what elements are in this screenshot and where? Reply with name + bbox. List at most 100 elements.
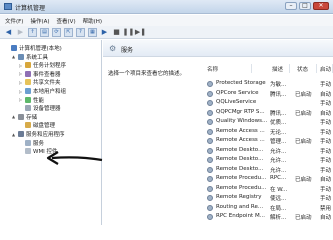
service-startup: 自动 xyxy=(320,110,332,117)
menu-help[interactable]: 帮助(H) xyxy=(83,17,102,25)
tree-item[interactable]: ▷ 共享文件夹 xyxy=(18,78,61,86)
expand-icon[interactable]: ▷ xyxy=(18,63,23,68)
tree-item[interactable]: ▷ 性能 xyxy=(18,96,44,104)
expand-icon[interactable]: ▲ xyxy=(11,132,16,137)
service-desc: 无论... xyxy=(270,129,287,136)
expand-icon[interactable]: ▷ xyxy=(18,89,23,94)
refresh-icon[interactable]: ⟳ xyxy=(52,27,61,37)
service-name: Remote Deskto... xyxy=(216,146,264,153)
minimize-button[interactable]: – xyxy=(285,2,297,10)
tree-item[interactable]: 设备管理器 xyxy=(18,104,61,112)
service-startup: 手动 xyxy=(320,196,332,202)
forward-icon[interactable]: ▶ xyxy=(16,28,25,37)
tree-node-icon xyxy=(18,113,24,120)
tree-item[interactable]: ▷ 任务计划程序 xyxy=(18,61,66,69)
service-startup: 禁用 xyxy=(320,205,332,212)
tree-item[interactable]: ▷ 事件查看器 xyxy=(18,70,61,78)
expand-icon[interactable]: ▷ xyxy=(18,97,23,102)
tree-item[interactable]: ▲ 存储 xyxy=(11,113,37,121)
tree-item-label: 服务和应用程序 xyxy=(26,132,65,138)
maximize-button[interactable]: □ xyxy=(299,2,311,10)
services-title: 服务 xyxy=(121,47,134,54)
close-button[interactable]: ✕ xyxy=(313,2,329,10)
tree-node-icon xyxy=(18,131,24,137)
service-startup: 手动 xyxy=(320,101,332,107)
service-name: Remote Procedu... xyxy=(216,175,267,181)
menu-view[interactable]: 查看(V) xyxy=(57,17,76,25)
service-name: Remote Access ... xyxy=(216,137,265,143)
service-row[interactable]: QQPCMgr RTP S... 腾讯... 已启动 自动 xyxy=(103,108,333,118)
service-gear-icon xyxy=(207,147,213,154)
service-row[interactable]: Routing and Re... 在局... 禁用 xyxy=(103,203,333,213)
service-row[interactable]: Remote Deskto... 允许... 手动 xyxy=(103,155,333,165)
service-row[interactable]: Remote Deskto... 允许... 手动 xyxy=(103,165,333,175)
service-gear-icon xyxy=(207,81,213,87)
stop-icon[interactable]: ■ xyxy=(112,28,121,37)
tree-node-icon xyxy=(25,96,31,103)
title-bar: 计算机管理 – □ ✕ xyxy=(0,0,333,14)
tree-item[interactable]: ▲ 系统工具 xyxy=(11,53,48,61)
tree-node-icon xyxy=(25,62,31,69)
service-gear-icon xyxy=(207,109,213,116)
service-status: 已启动 xyxy=(295,91,312,98)
restart-icon[interactable]: ▶❚ xyxy=(135,28,146,37)
gear-icon: ⚙ xyxy=(109,44,117,53)
up-icon[interactable]: ↑ xyxy=(28,27,37,37)
menu-bar: 文件(F) 操作(A) 查看(V) 帮助(H) xyxy=(0,15,333,26)
service-desc: 允许... xyxy=(270,158,287,164)
tree-item[interactable]: 磁盘管理 xyxy=(18,121,55,129)
service-row[interactable]: Remote Registry 使远... 手动 xyxy=(103,193,333,203)
service-name: Remote Access ... xyxy=(216,127,265,134)
service-row[interactable]: Quality Windows... 优质... 手动 xyxy=(103,117,333,127)
properties-icon[interactable]: ▦ xyxy=(88,27,97,37)
service-row[interactable]: QPCore Service 腾讯... 已启动 自动 xyxy=(103,89,333,99)
tree-item[interactable]: ▷ 本地用户和组 xyxy=(18,87,66,95)
service-gear-icon xyxy=(207,119,213,125)
console-icon[interactable]: ▤ xyxy=(40,27,49,37)
tree-item[interactable]: ▲ 服务和应用程序 xyxy=(11,130,65,138)
tree-node-icon xyxy=(25,139,31,146)
expand-icon[interactable]: ▲ xyxy=(11,114,16,119)
service-gear-icon xyxy=(207,128,213,135)
export-icon[interactable]: ⇱ xyxy=(64,27,73,37)
service-status: 已启动 xyxy=(295,110,312,117)
service-row[interactable]: Remote Access ... 管理... 已启动 手动 xyxy=(103,136,333,146)
service-row[interactable]: Remote Access ... 无论... 手动 xyxy=(103,127,333,137)
column-description[interactable]: 描述 xyxy=(270,64,290,73)
service-startup: 手动 xyxy=(320,120,332,126)
service-gear-icon xyxy=(207,195,213,201)
pause-icon[interactable]: ❚❚ xyxy=(123,28,135,37)
tree-item-label: 设备管理器 xyxy=(33,106,61,113)
column-startup[interactable]: 启动 xyxy=(318,64,333,73)
column-status[interactable]: 状态 xyxy=(295,64,317,73)
service-gear-icon xyxy=(207,166,213,173)
menu-file[interactable]: 文件(F) xyxy=(5,17,23,25)
service-name: QQPCMgr RTP S... xyxy=(216,108,265,115)
expand-icon[interactable]: ▷ xyxy=(18,71,23,76)
service-row[interactable]: Remote Deskto... 允许... 手动 xyxy=(103,146,333,156)
service-row[interactable]: Protected Storage 为敏... 手动 xyxy=(103,79,333,89)
menu-action[interactable]: 操作(A) xyxy=(30,17,49,25)
service-startup: 自动 xyxy=(320,215,332,221)
service-desc: 腾讯... xyxy=(270,110,287,117)
window-title: 计算机管理 xyxy=(15,5,46,12)
service-row[interactable]: QQLiveService 手动 xyxy=(103,98,333,108)
column-name[interactable]: 名称 xyxy=(205,64,252,73)
tree-item-label: 磁盘管理 xyxy=(33,123,56,130)
service-row[interactable]: RPC Endpoint M... 解析... 已启动 自动 xyxy=(103,212,333,222)
tree-node-icon xyxy=(25,70,31,77)
tree-node-icon xyxy=(25,105,31,112)
expand-icon[interactable]: ▷ xyxy=(18,80,23,85)
tree-item-label: 任务计划程序 xyxy=(33,63,67,70)
service-row[interactable]: Remote Procedu... 在 W... 手动 xyxy=(103,184,333,194)
service-gear-icon xyxy=(207,90,213,97)
back-icon[interactable]: ◀ xyxy=(4,28,13,37)
tree-item[interactable]: 服务 xyxy=(18,139,44,147)
help-icon[interactable]: ? xyxy=(76,27,85,37)
service-desc: 优质... xyxy=(270,120,287,126)
service-row[interactable]: Remote Procedu... RPC... 已启动 自动 xyxy=(103,174,333,184)
tree-item[interactable]: 计算机管理(本地) xyxy=(4,44,62,52)
expand-icon[interactable]: ▲ xyxy=(11,54,16,59)
play-icon[interactable]: ▶ xyxy=(100,28,109,37)
service-name: Routing and Re... xyxy=(216,203,264,210)
